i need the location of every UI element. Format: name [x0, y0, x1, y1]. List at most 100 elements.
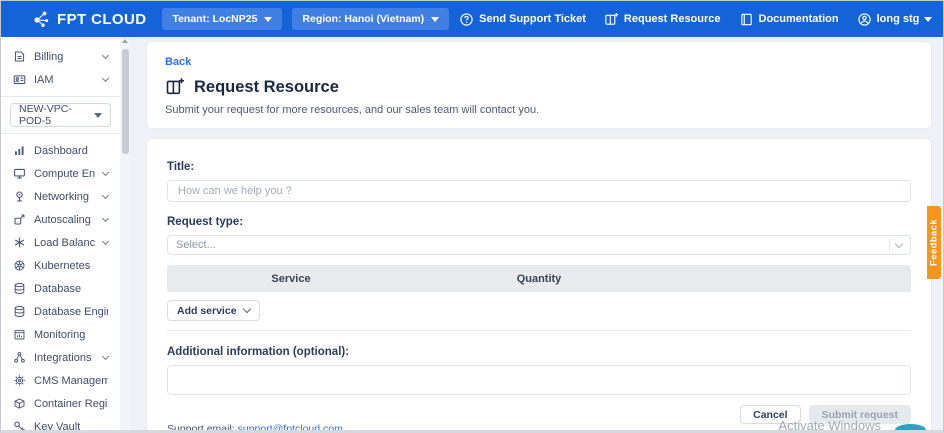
request-form-card: Title: Request type: Select... Service Q… [146, 138, 932, 433]
support-email-link[interactable]: support@fptcloud.com [238, 423, 343, 433]
form-footer: Cancel Submit request Support email: sup… [167, 404, 911, 433]
submit-request-button[interactable]: Submit request [809, 405, 911, 424]
sidebar-item-label: Kubernetes [34, 260, 90, 272]
sidebar-divider [1, 96, 120, 97]
chevron-down-icon [102, 352, 109, 359]
support-email-label: Support email: [167, 423, 235, 433]
back-link[interactable]: Back [165, 56, 191, 68]
sidebar-item-container-registry[interactable]: Container Registry [1, 392, 120, 415]
cms-icon [13, 374, 26, 387]
sidebar-item-label: Integrations [34, 352, 91, 364]
sidebar-item-label: Dashboard [34, 145, 88, 157]
sidebar-item-label: Monitoring [34, 329, 85, 341]
quantity-column-header: Quantity [415, 273, 663, 285]
vpc-selector-value: NEW-VPC-POD-5 [19, 103, 94, 127]
request-resource-icon [604, 12, 619, 27]
chevron-down-icon [102, 74, 109, 81]
sidebar-item-networking[interactable]: Networking [1, 185, 120, 208]
region-label: Region: Hanoi (Vietnam) [302, 13, 424, 25]
sidebar-item-database[interactable]: Database [1, 277, 120, 300]
region-selector[interactable]: Region: Hanoi (Vietnam) [292, 8, 449, 30]
chevron-down-icon [102, 168, 109, 175]
molecule-logo-icon [31, 9, 51, 29]
sidebar-item-load-balancer[interactable]: Load Balancer [1, 231, 120, 254]
title-input[interactable] [167, 180, 911, 202]
sidebar-item-label: Networking [34, 191, 89, 203]
scrollbar-thumb[interactable] [122, 49, 129, 154]
sidebar-item-billing[interactable]: Billing [1, 45, 120, 68]
request-type-select[interactable]: Select... [167, 235, 911, 255]
billing-icon [13, 50, 26, 63]
action-label: Documentation [759, 13, 839, 25]
sidebar-divider [1, 133, 120, 134]
chevron-down-icon [102, 51, 109, 58]
sidebar-item-integrations[interactable]: Integrations [1, 346, 120, 369]
tenant-selector[interactable]: Tenant: LocNP25 [162, 8, 282, 30]
dashboard-icon [13, 144, 26, 157]
sidebar-item-label: IAM [34, 74, 54, 86]
scrollbar-up-arrow[interactable] [122, 39, 128, 43]
sidebar-item-label: Key Vault [34, 421, 80, 431]
sidebar-item-label: Billing [34, 51, 63, 63]
sidebar-item-kubernetes[interactable]: Kubernetes [1, 254, 120, 277]
sidebar-item-iam[interactable]: IAM [1, 68, 120, 91]
sidebar: Billing IAM NEW-VPC-POD-5 Dashboar [1, 37, 130, 430]
chevron-down-icon [242, 305, 250, 313]
service-table-header: Service Quantity [167, 265, 911, 292]
action-label: Send Support Ticket [479, 13, 586, 25]
caret-down-icon [431, 17, 439, 22]
request-type-placeholder: Select... [176, 239, 216, 251]
integrations-icon [13, 351, 26, 364]
request-resource-icon [165, 77, 185, 97]
request-resource-button[interactable]: Request Resource [604, 12, 721, 27]
service-column-header: Service [167, 273, 415, 285]
sidebar-item-label: Compute Engine [34, 168, 95, 180]
sidebar-item-database-engine[interactable]: Database Engine [1, 300, 120, 323]
caret-down-icon [264, 17, 272, 22]
sidebar-item-cms-management[interactable]: CMS Management [1, 369, 120, 392]
load-balancer-icon [13, 236, 26, 249]
send-support-ticket-button[interactable]: Send Support Ticket [459, 12, 586, 27]
user-menu[interactable]: long stg [857, 12, 933, 27]
sidebar-item-label: CMS Management [34, 375, 108, 387]
sidebar-item-label: Database [34, 283, 81, 295]
sidebar-item-label: Autoscaling [34, 214, 91, 226]
sidebar-item-monitoring[interactable]: Monitoring [1, 323, 120, 346]
feedback-tab[interactable]: Feedback [927, 206, 941, 279]
sidebar-item-dashboard[interactable]: Dashboard [1, 139, 120, 162]
cancel-button[interactable]: Cancel [740, 405, 800, 424]
iam-icon [13, 73, 26, 86]
monitoring-icon [13, 328, 26, 341]
sidebar-item-label: Database Engine [34, 306, 108, 318]
autoscaling-icon [13, 213, 26, 226]
sidebar-scrollbar[interactable] [120, 37, 130, 430]
compute-engine-icon [13, 167, 26, 180]
documentation-button[interactable]: Documentation [739, 12, 839, 27]
top-navigation-bar: FPT CLOUD Tenant: LocNP25 Region: Hanoi … [1, 1, 943, 37]
page-subtitle: Submit your request for more resources, … [165, 104, 913, 116]
add-service-label: Add service [177, 305, 237, 317]
service-table: Service Quantity Add service [167, 265, 911, 331]
request-type-label: Request type: [167, 216, 911, 228]
add-service-button[interactable]: Add service [167, 300, 260, 321]
caret-down-icon [94, 113, 102, 118]
sidebar-item-key-vault[interactable]: Key Vault [1, 415, 120, 430]
support-ticket-icon [459, 12, 474, 27]
sidebar-item-label: Container Registry [34, 398, 108, 410]
additional-info-textarea[interactable] [167, 365, 911, 395]
sidebar-item-autoscaling[interactable]: Autoscaling [1, 208, 120, 231]
chat-widget-button[interactable] [895, 424, 926, 433]
kubernetes-icon [13, 259, 26, 272]
documentation-icon [739, 12, 754, 27]
title-field-label: Title: [167, 161, 911, 173]
vpc-selector-dropdown[interactable]: NEW-VPC-POD-5 [10, 103, 111, 127]
sidebar-item-compute-engine[interactable]: Compute Engine [1, 162, 120, 185]
chevron-down-icon [102, 237, 109, 244]
action-label: Request Resource [624, 13, 721, 25]
container-registry-icon [13, 397, 26, 410]
topbar-actions: Send Support Ticket Request Resource Doc… [459, 12, 932, 27]
fpt-cloud-logo[interactable]: FPT CLOUD [31, 9, 146, 29]
user-icon [857, 12, 872, 27]
page-header-card: Back Request Resource Submit your reques… [146, 41, 932, 129]
select-divider [889, 239, 890, 251]
